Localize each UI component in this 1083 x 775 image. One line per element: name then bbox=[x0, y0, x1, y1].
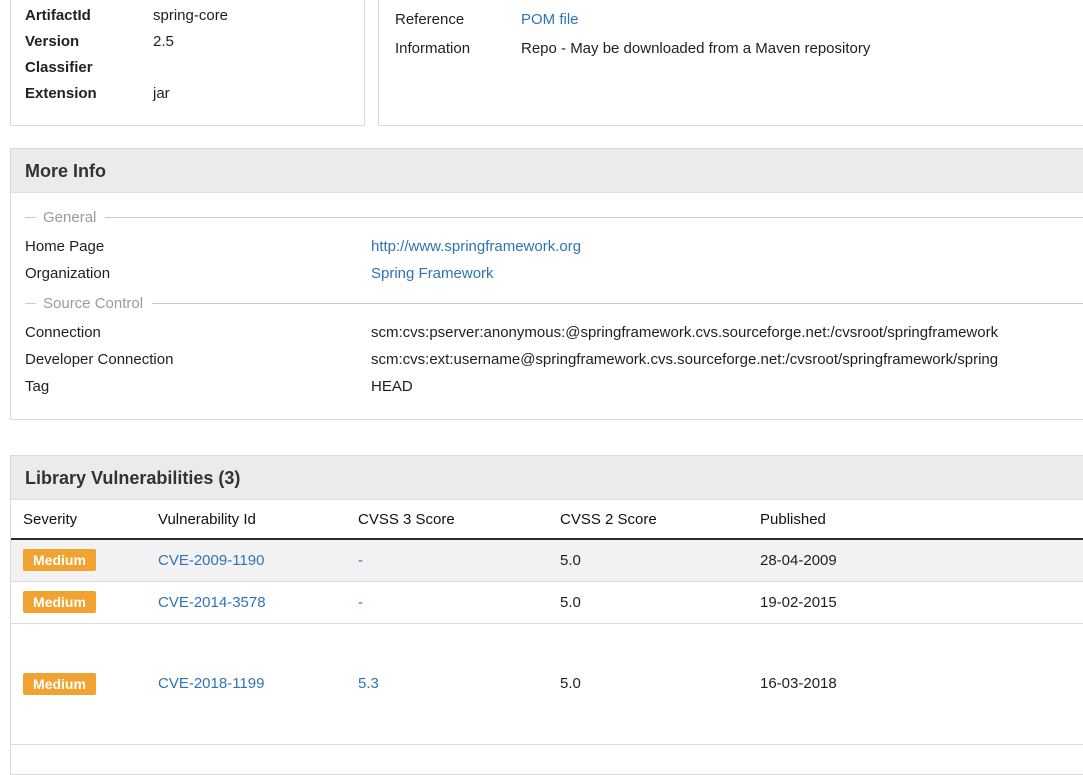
artifact-field-row: Extension jar bbox=[25, 81, 364, 107]
developer-connection-label: Developer Connection bbox=[25, 346, 371, 373]
more-info-title: More Info bbox=[11, 149, 1083, 193]
severity-badge: Medium bbox=[23, 549, 96, 571]
column-header-cvss2: CVSS 2 Score bbox=[548, 506, 748, 539]
connection-value: scm:cvs:pserver:anonymous:@springframewo… bbox=[371, 319, 998, 346]
cvss2-score: 5.0 bbox=[548, 623, 748, 744]
reference-label: Reference bbox=[395, 5, 521, 34]
published-date: 19-02-2015 bbox=[748, 581, 1083, 623]
cvss2-score: 5.0 bbox=[548, 539, 748, 581]
cvss3-score-link[interactable]: - bbox=[358, 594, 363, 611]
cvss3-score-link[interactable]: - bbox=[358, 552, 363, 569]
table-row: Medium CVE-2009-1190 - 5.0 28-04-2009 bbox=[11, 539, 1083, 581]
column-header-vulnerability-id: Vulnerability Id bbox=[146, 506, 346, 539]
table-row: Medium CVE-2018-1199 5.3 5.0 16-03-2018 bbox=[11, 623, 1083, 744]
home-page-label: Home Page bbox=[25, 233, 371, 260]
table-row: Medium CVE-2014-3578 - 5.0 19-02-2015 bbox=[11, 581, 1083, 623]
published-date: 16-03-2018 bbox=[748, 623, 1083, 744]
developer-connection-row: Developer Connection scm:cvs:ext:usernam… bbox=[25, 346, 1083, 373]
more-info-body: General Home Page http://www.springframe… bbox=[11, 193, 1083, 400]
vulnerability-id-link[interactable]: CVE-2009-1190 bbox=[158, 552, 264, 569]
vulnerabilities-panel: Library Vulnerabilities (3) Severity Vul… bbox=[10, 455, 1083, 775]
organization-label: Organization bbox=[25, 260, 371, 287]
developer-connection-value: scm:cvs:ext:username@springframework.cvs… bbox=[371, 346, 998, 373]
artifact-field-row: ArtifactId spring-core bbox=[25, 3, 364, 29]
pom-file-link[interactable]: POM file bbox=[521, 5, 579, 34]
severity-badge: Medium bbox=[23, 673, 96, 695]
cvss3-score-link[interactable]: 5.3 bbox=[358, 675, 379, 692]
organization-link[interactable]: Spring Framework bbox=[371, 260, 494, 287]
cvss2-score: 5.0 bbox=[548, 581, 748, 623]
vulnerabilities-table: Severity Vulnerability Id CVSS 3 Score C… bbox=[11, 506, 1083, 745]
vulnerabilities-title: Library Vulnerabilities (3) bbox=[11, 456, 1083, 500]
connection-label: Connection bbox=[25, 319, 371, 346]
general-section-legend: General bbox=[25, 209, 1083, 226]
artifactid-label: ArtifactId bbox=[25, 3, 153, 29]
tag-label: Tag bbox=[25, 373, 371, 400]
artifact-field-row: Classifier bbox=[25, 55, 364, 81]
tag-value: HEAD bbox=[371, 373, 413, 400]
artifact-card: ArtifactId spring-core Version 2.5 Class… bbox=[10, 0, 365, 126]
severity-badge: Medium bbox=[23, 591, 96, 613]
information-label: Information bbox=[395, 34, 521, 63]
column-header-published: Published bbox=[748, 506, 1083, 539]
information-row: Information Repo - May be downloaded fro… bbox=[395, 34, 1083, 63]
table-header-row: Severity Vulnerability Id CVSS 3 Score C… bbox=[11, 506, 1083, 539]
vulnerability-id-link[interactable]: CVE-2018-1199 bbox=[158, 675, 264, 692]
version-label: Version bbox=[25, 29, 153, 55]
information-value: Repo - May be downloaded from a Maven re… bbox=[521, 34, 870, 63]
artifactid-value: spring-core bbox=[153, 3, 228, 29]
published-date: 28-04-2009 bbox=[748, 539, 1083, 581]
more-info-panel: More Info General Home Page http://www.s… bbox=[10, 148, 1083, 420]
vulnerability-id-link[interactable]: CVE-2014-3578 bbox=[158, 594, 266, 611]
source-control-section-legend: Source Control bbox=[25, 295, 1083, 312]
extension-value: jar bbox=[153, 81, 170, 107]
home-page-link[interactable]: http://www.springframework.org bbox=[371, 233, 581, 260]
column-header-cvss3: CVSS 3 Score bbox=[346, 506, 548, 539]
reference-card: Reference POM file Information Repo - Ma… bbox=[378, 0, 1083, 126]
connection-row: Connection scm:cvs:pserver:anonymous:@sp… bbox=[25, 319, 1083, 346]
tag-row: Tag HEAD bbox=[25, 373, 1083, 400]
column-header-severity: Severity bbox=[11, 506, 146, 539]
organization-row: Organization Spring Framework bbox=[25, 260, 1083, 287]
version-value: 2.5 bbox=[153, 29, 174, 55]
home-page-row: Home Page http://www.springframework.org bbox=[25, 233, 1083, 260]
artifact-field-row: Version 2.5 bbox=[25, 29, 364, 55]
extension-label: Extension bbox=[25, 81, 153, 107]
classifier-label: Classifier bbox=[25, 55, 153, 81]
reference-row: Reference POM file bbox=[395, 5, 1083, 34]
